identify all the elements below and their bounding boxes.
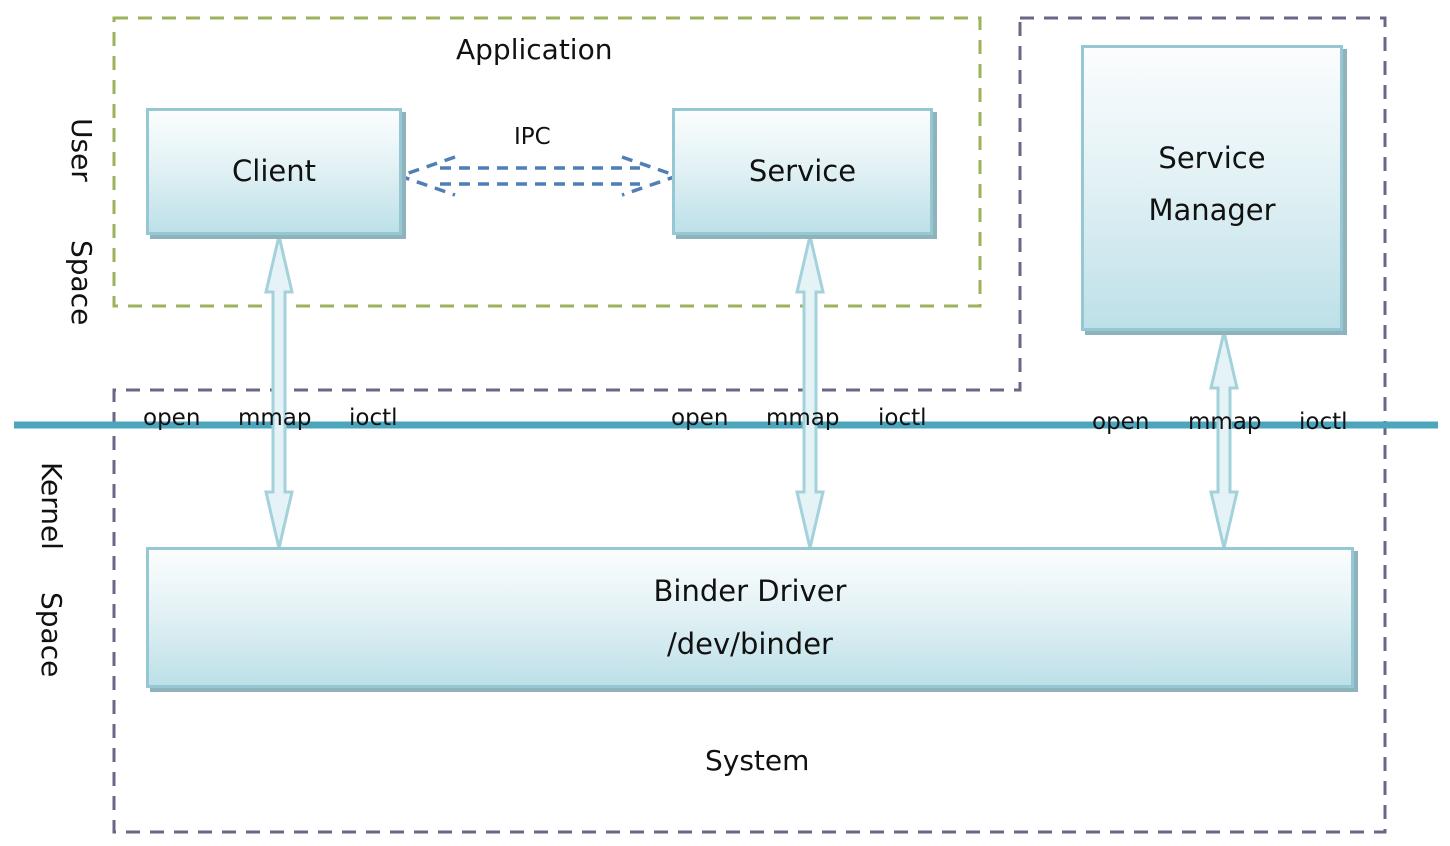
client-call-mmap: mmap bbox=[238, 405, 312, 431]
service-manager-call-open: open bbox=[1092, 409, 1150, 435]
ipc-arrow bbox=[394, 155, 683, 197]
binder-driver-box[interactable]: Binder Driver /dev/binder bbox=[146, 547, 1354, 688]
service-binder-arrow bbox=[795, 235, 825, 549]
client-label: Client bbox=[232, 154, 316, 189]
service-box[interactable]: Service bbox=[672, 108, 933, 235]
service-call-mmap: mmap bbox=[766, 405, 840, 431]
service-manager-binder-arrow bbox=[1209, 331, 1239, 549]
application-region-label: Application bbox=[456, 33, 613, 66]
client-box[interactable]: Client bbox=[146, 108, 402, 235]
service-manager-label-line2: Manager bbox=[1148, 193, 1276, 228]
service-manager-label-line1: Service bbox=[1158, 141, 1266, 175]
client-call-open: open bbox=[143, 405, 201, 431]
binder-driver-label-line2: /dev/binder bbox=[667, 626, 833, 661]
system-region-label: System bbox=[705, 744, 810, 777]
client-binder-arrow bbox=[264, 235, 294, 549]
kernel-space-label-space: Space bbox=[35, 592, 68, 678]
ipc-label: IPC bbox=[514, 124, 551, 150]
kernel-space-label-kernel: Kernel bbox=[35, 462, 68, 550]
user-space-label-space: Space bbox=[65, 240, 98, 326]
service-manager-box[interactable]: Service Manager bbox=[1081, 45, 1343, 331]
service-call-open: open bbox=[671, 405, 729, 431]
service-manager-call-mmap: mmap bbox=[1188, 409, 1262, 435]
service-call-ioctl: ioctl bbox=[878, 405, 927, 431]
client-call-ioctl: ioctl bbox=[349, 405, 398, 431]
service-label: Service bbox=[748, 154, 857, 189]
service-manager-call-ioctl: ioctl bbox=[1299, 409, 1348, 435]
binder-driver-label-line1: Binder Driver bbox=[653, 574, 847, 609]
user-space-label-user: User bbox=[65, 118, 98, 182]
